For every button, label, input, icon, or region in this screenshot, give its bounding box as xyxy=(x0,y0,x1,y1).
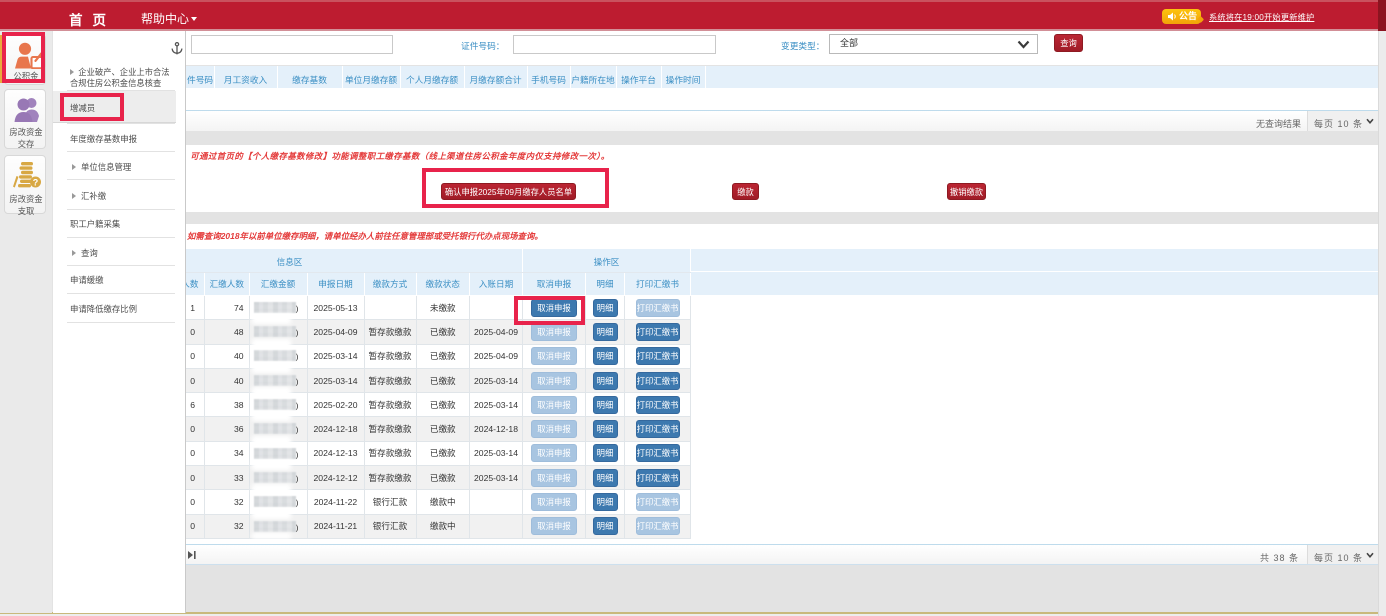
svg-text:?: ? xyxy=(33,177,39,187)
